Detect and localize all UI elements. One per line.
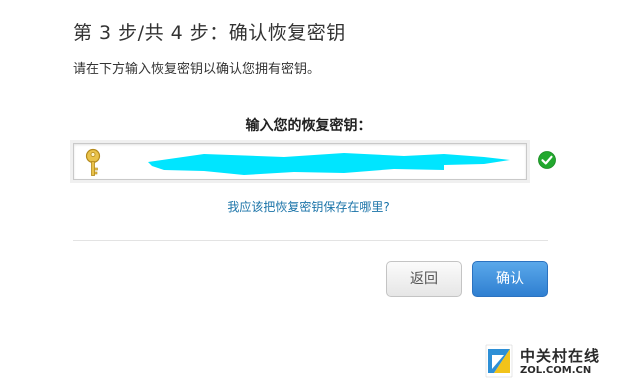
divider (73, 240, 548, 241)
step-title: 第 3 步/共 4 步：确认恢复密钥 (73, 22, 346, 44)
redaction-mark (148, 153, 510, 175)
back-button[interactable]: 返回 (386, 261, 462, 297)
zol-watermark: 中关村在线 ZOL.COM.CN (482, 343, 610, 381)
where-to-save-key-link[interactable]: 我应该把恢复密钥保存在哪里? (0, 198, 617, 215)
recovery-key-field[interactable] (73, 143, 527, 180)
check-circle-icon (538, 151, 556, 169)
key-icon (85, 148, 101, 176)
watermark-name: 中关村在线 (520, 347, 601, 365)
step-description: 请在下方输入恢复密钥以确认您拥有密钥。 (73, 62, 321, 77)
recovery-key-label: 输入您的恢复密钥： (245, 118, 372, 134)
zol-logo-icon (485, 344, 513, 378)
watermark-domain: ZOL.COM.CN (520, 365, 592, 376)
confirm-button[interactable]: 确认 (472, 261, 548, 297)
